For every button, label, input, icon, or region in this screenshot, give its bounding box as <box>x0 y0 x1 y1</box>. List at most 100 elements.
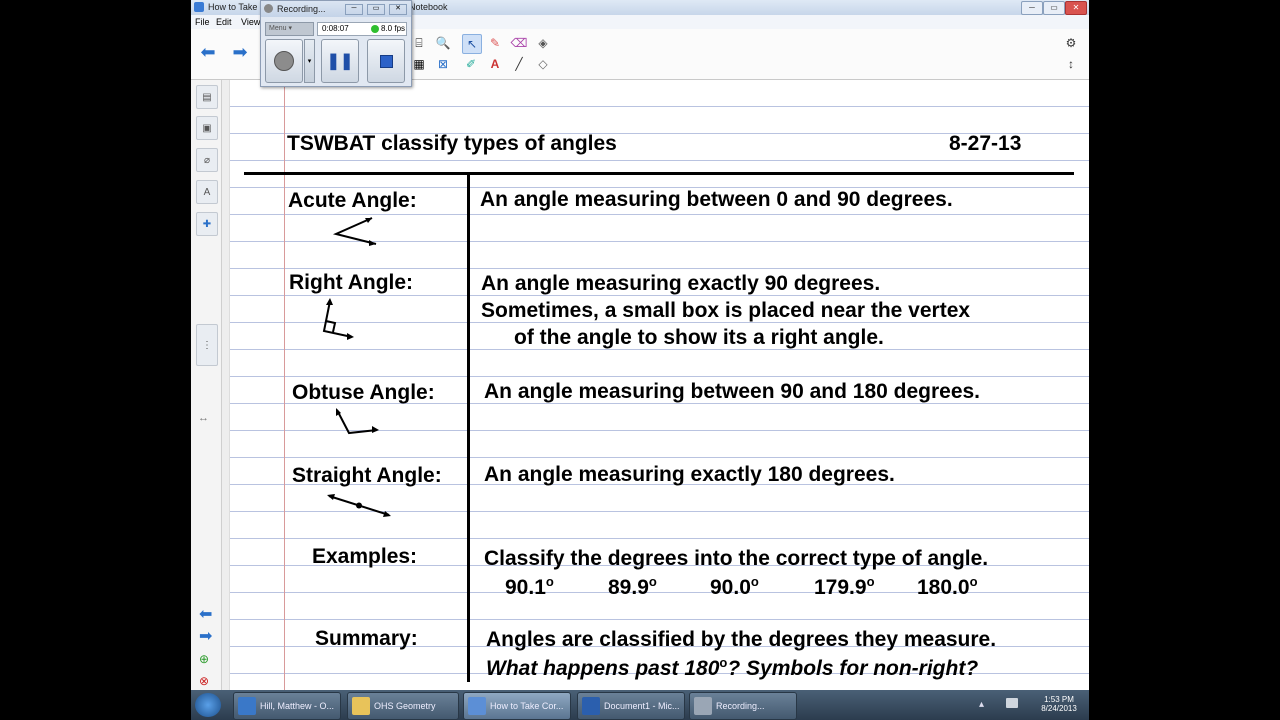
resize-handle-icon[interactable]: ↔ <box>198 412 209 424</box>
example-number: 89.9 <box>608 576 649 599</box>
tray-network-icon[interactable] <box>1006 698 1018 708</box>
right-angle-box <box>325 320 337 333</box>
vertical-scrollbar[interactable] <box>222 80 230 690</box>
arrowhead <box>327 494 335 500</box>
back-arrow-icon[interactable]: ⬅ <box>199 42 217 62</box>
pens-icon[interactable]: ✐ <box>462 55 480 73</box>
screen-shade-icon[interactable]: ⌸ <box>410 34 428 52</box>
page-rule <box>230 268 1089 269</box>
example-number: 90.0 <box>710 576 751 599</box>
add-page-icon[interactable]: ⊕ <box>199 652 209 666</box>
example-number: 180.0 <box>917 576 970 599</box>
taskbar-item-label: How to Take Cor... <box>490 701 564 711</box>
taskbar-item-word[interactable]: Document1 - Mic... <box>577 692 685 720</box>
stop-button[interactable] <box>367 39 405 83</box>
taskbar-item-notebook[interactable]: How to Take Cor... <box>463 692 571 720</box>
degree-mark: o <box>750 574 759 589</box>
menu-file[interactable]: File <box>195 17 210 27</box>
forward-arrow-icon[interactable]: ➡ <box>231 42 249 62</box>
definition-straight: An angle measuring exactly 180 degrees. <box>484 463 895 486</box>
right-angle-sketch <box>322 298 354 340</box>
select-tool-icon[interactable]: ↖ <box>462 34 482 54</box>
taskbar-item-recorder[interactable]: Recording... <box>689 692 797 720</box>
page-sorter-icon[interactable]: ▤ <box>196 85 218 109</box>
delete-icon[interactable]: ⊠ <box>434 55 452 73</box>
zoom-icon[interactable]: 🔍 <box>434 34 452 52</box>
recorder-window: Recording... ─ ▭ ✕ Menu ▾ 0:08:07 8.0 fp… <box>260 0 412 87</box>
text-tool-icon[interactable]: A <box>486 55 504 73</box>
window-title-suffix: Notebook <box>409 2 448 12</box>
degree-mark: o <box>648 574 657 589</box>
notebook-window: How to Take C Notebook ─ ▭ ✕ File Edit V… <box>191 0 1089 690</box>
example-value: 90.0o <box>710 574 759 600</box>
recorder-close-button[interactable]: ✕ <box>389 4 407 15</box>
eraser-icon[interactable]: ⌫ <box>510 34 528 52</box>
side-back-arrow-icon[interactable]: ⬅ <box>199 604 212 624</box>
degree-mark: o <box>969 574 978 589</box>
delete-page-icon[interactable]: ⊗ <box>199 674 209 688</box>
recorder-status: 0:08:07 8.0 fps <box>317 22 407 36</box>
page-rule <box>230 457 1089 458</box>
close-button[interactable]: ✕ <box>1065 1 1087 15</box>
example-value: 89.9o <box>608 574 657 600</box>
summary-question-start: What happens past 180 <box>486 657 720 680</box>
start-button[interactable] <box>195 693 221 717</box>
tray-show-hidden-icon[interactable]: ▴ <box>979 699 984 710</box>
notebook-app-icon <box>194 2 204 12</box>
page-rule <box>230 619 1089 620</box>
obtuse-angle-sketch <box>336 408 379 435</box>
recorder-minimize-button[interactable]: ─ <box>345 4 363 15</box>
taskbar-item-folder[interactable]: OHS Geometry <box>347 692 459 720</box>
taskbar-item-label: Recording... <box>716 701 765 711</box>
line-tool-icon[interactable]: ╱ <box>510 55 528 73</box>
recorder-title-bar: Recording... ─ ▭ ✕ <box>261 1 411 17</box>
definition-obtuse: An angle measuring between 90 and 180 de… <box>484 380 981 403</box>
acute-angle-sketch <box>332 217 377 246</box>
table-icon[interactable]: ▦ <box>410 55 428 73</box>
pause-button[interactable]: ❚❚ <box>321 39 359 83</box>
toolbar-position-icon[interactable]: ↕ <box>1062 55 1080 73</box>
side-forward-arrow-icon[interactable]: ➡ <box>199 626 212 646</box>
gallery-icon[interactable]: ▣ <box>196 116 218 140</box>
column-divider <box>467 174 470 682</box>
definition-right-line3: of the angle to show its a right angle. <box>514 326 884 349</box>
degree-mark: o <box>545 574 554 589</box>
term-obtuse: Obtuse Angle: <box>292 381 435 404</box>
window-title: How to Take C <box>208 2 267 12</box>
side-tabs: ▤ ▣ ⌀ A ✚ ⋮ ↔ ⬅ ➡ ⊕ ⊗ <box>191 80 222 690</box>
taskbar-item-label: OHS Geometry <box>374 701 436 711</box>
clock[interactable]: 1:53 PM 8/24/2013 <box>1039 695 1079 713</box>
recorder-app-icon <box>264 4 273 13</box>
example-value: 90.1o <box>505 574 554 600</box>
properties-icon[interactable]: A <box>196 180 218 204</box>
arrowhead <box>383 511 391 517</box>
term-examples: Examples: <box>312 545 418 568</box>
fill-icon[interactable]: ◈ <box>534 34 552 52</box>
definition-right-line1: An angle measuring exactly 90 degrees. <box>481 272 881 295</box>
example-number: 179.9 <box>814 576 867 599</box>
taskbar-item-outlook[interactable]: Hill, Matthew - O... <box>233 692 341 720</box>
menu-edit[interactable]: Edit <box>216 17 232 27</box>
shape-tool-icon[interactable]: ◇ <box>534 55 552 73</box>
recorder-menu-dropdown[interactable]: Menu ▾ <box>265 22 314 36</box>
examples-instruction: Classify the degrees into the correct ty… <box>484 547 989 570</box>
attachments-icon[interactable]: ⌀ <box>196 148 218 172</box>
settings-gear-icon[interactable]: ⚙ <box>1062 34 1080 52</box>
minimize-button[interactable]: ─ <box>1021 1 1043 15</box>
record-button[interactable] <box>265 39 303 83</box>
add-ons-icon[interactable]: ✚ <box>196 212 218 236</box>
record-options-dropdown[interactable]: ▾ <box>304 39 315 83</box>
acute-angle-rays <box>332 217 377 245</box>
page-rule <box>230 106 1089 107</box>
clock-date: 8/24/2013 <box>1041 704 1077 713</box>
menu-view[interactable]: View <box>241 17 260 27</box>
lesson-objective: TSWBAT classify types of angles <box>287 132 617 155</box>
maximize-button[interactable]: ▭ <box>1043 1 1065 15</box>
arrowhead <box>326 298 333 305</box>
recorder-restore-button[interactable]: ▭ <box>367 4 385 15</box>
page-rule <box>230 160 1089 161</box>
pause-icon: ❚❚ <box>326 53 354 70</box>
page-rule <box>230 538 1089 539</box>
panel-collapse-handle[interactable]: ⋮ <box>196 324 218 366</box>
magic-pen-icon[interactable]: ✎ <box>486 34 504 52</box>
